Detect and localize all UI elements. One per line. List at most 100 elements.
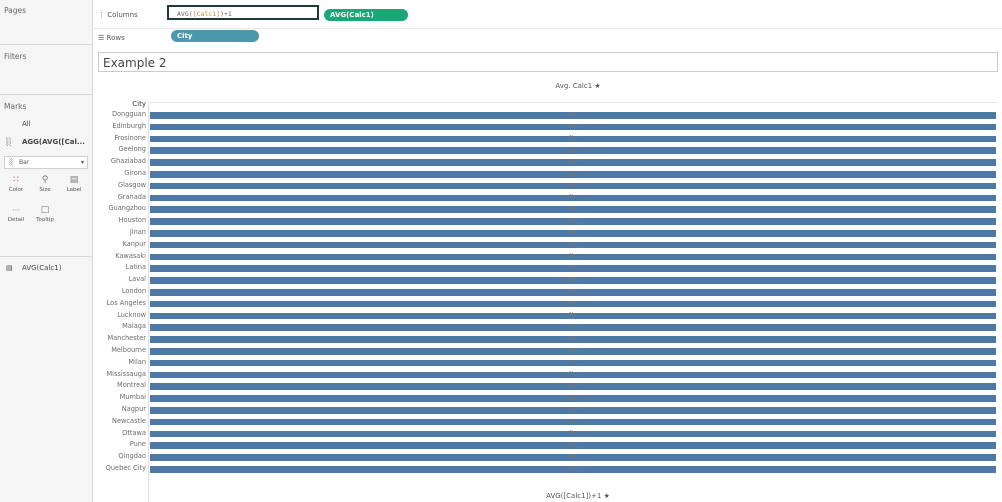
plot-border — [148, 104, 149, 502]
bar-label: Abc — [568, 135, 578, 142]
bar-label: Abc — [568, 218, 578, 224]
top-axis-title[interactable]: Avg. Calc1 ★ — [498, 82, 658, 90]
city-label[interactable]: Frosinone — [98, 134, 146, 142]
bar-label: Abc — [568, 123, 578, 130]
city-label[interactable]: Kawasaki — [98, 252, 146, 260]
calc-editor-input[interactable]: AVG([Calc1])+1 — [167, 5, 319, 20]
calc-prefix: AVG( — [177, 10, 193, 18]
bar-label: Abc — [568, 206, 578, 213]
pages-card[interactable]: Pages — [0, 0, 92, 45]
city-label[interactable]: Montreal — [98, 381, 146, 389]
city-label[interactable]: Edinburgh — [98, 122, 146, 130]
city-label[interactable]: Jinan — [98, 228, 146, 236]
left-panel: Pages Filters Marks All ░ AGG(AVG([Cal..… — [0, 0, 93, 502]
detail-tile[interactable]: ⋯ Detail — [5, 203, 27, 229]
city-label[interactable]: Lucknow — [98, 311, 146, 319]
bar-chart-icon: ░ — [6, 138, 12, 146]
bottom-axis-title-text: AVG([Calc1])+1 — [546, 492, 602, 500]
city-label[interactable]: Manchester — [98, 334, 146, 342]
city-label[interactable]: Pune — [98, 440, 146, 448]
bar-label: Abc — [568, 418, 578, 425]
bar-label: Abc — [568, 430, 578, 437]
city-label[interactable]: Ottawa — [98, 429, 146, 437]
size-icon: ⚲ — [41, 175, 49, 185]
city-label[interactable]: Latina — [98, 263, 146, 271]
city-label[interactable]: Kanpur — [98, 240, 146, 248]
filters-title: Filters — [4, 52, 27, 61]
bar-icon: ░ — [9, 159, 14, 166]
city-label[interactable]: Nagpur — [98, 405, 146, 413]
tooltip-tile[interactable]: □ Tooltip — [34, 203, 56, 229]
marks-divider — [0, 256, 92, 257]
city-label[interactable]: Qingdao — [98, 452, 146, 460]
bar-label: Abc — [568, 324, 578, 331]
label-tile[interactable]: ▤ Label — [63, 173, 85, 199]
city-label[interactable]: Mississauga — [98, 370, 146, 378]
city-label[interactable]: Milan — [98, 358, 146, 366]
marks-all-tab[interactable]: All — [22, 120, 31, 128]
bar-label: Abc — [568, 465, 578, 472]
city-label[interactable]: Girona — [98, 169, 146, 177]
rows-pill[interactable]: City — [171, 30, 259, 42]
bar-label: Abc — [568, 300, 578, 307]
city-label[interactable]: Melbourne — [98, 346, 146, 354]
city-label[interactable]: Guangzhou — [98, 204, 146, 212]
columns-shelf-label: ⋮ Columns — [98, 11, 138, 19]
bar-label: Abc — [568, 288, 578, 295]
calc-suffix: )+1 — [220, 10, 232, 18]
city-label[interactable]: Quebec City — [98, 464, 146, 472]
bar-label: Abc — [568, 406, 578, 413]
pin-icon[interactable]: ★ — [594, 82, 600, 90]
city-label[interactable]: Laval — [98, 275, 147, 283]
bar-label: Abc — [568, 194, 578, 201]
city-label[interactable]: Houston — [98, 216, 146, 224]
filters-card[interactable]: Filters — [0, 46, 92, 95]
mark-type-select[interactable]: ░ Bar ▾ — [4, 156, 88, 169]
tooltip-tile-label: Tooltip — [36, 217, 54, 223]
city-label[interactable]: Geelong — [98, 145, 146, 153]
color-tile-label: Color — [8, 187, 24, 193]
bar-label: Abc — [568, 347, 578, 354]
columns-icon: ⋮ — [98, 11, 105, 19]
city-label[interactable]: Ghaziabad — [98, 157, 146, 165]
city-label[interactable]: Los Angeles — [98, 299, 146, 307]
marks-agg-tab[interactable]: AGG(AVG([Cal... — [22, 138, 85, 146]
bar-label: Abc — [568, 182, 578, 189]
columns-pill[interactable]: AVG(Calc1) — [324, 9, 408, 21]
bar-label: Abc — [568, 170, 578, 177]
bar-label: Abc — [568, 159, 578, 165]
columns-label-text: Columns — [107, 11, 138, 19]
city-label[interactable]: Mumbai — [98, 393, 146, 401]
city-label[interactable]: Glasgow — [98, 181, 146, 189]
top-axis-title-text: Avg. Calc1 — [555, 82, 593, 90]
chevron-down-icon: ▾ — [80, 159, 84, 166]
size-tile-label: Size — [39, 187, 51, 193]
city-label[interactable]: Dongguan — [98, 110, 146, 118]
rows-shelf-label: ☰ Rows — [98, 34, 125, 42]
color-icon: ∷ — [13, 175, 19, 185]
city-label[interactable]: Granada — [98, 193, 146, 201]
city-label[interactable]: Malaga — [98, 322, 146, 330]
bar-label: Abc — [568, 312, 578, 319]
mark-type-value: Bar — [19, 159, 30, 166]
bar-label: Abc — [568, 253, 578, 260]
city-label[interactable]: Newcastle — [98, 417, 146, 425]
detail-icon: ⋯ — [12, 206, 20, 214]
city-label[interactable]: London — [98, 287, 146, 295]
bar-label: Abc — [568, 111, 578, 118]
marks-title: Marks — [4, 102, 27, 111]
detail-tile-label: Detail — [7, 217, 25, 223]
pin-icon[interactable]: ★ — [604, 492, 610, 500]
bar-label: Abc — [568, 395, 578, 401]
sheet-title[interactable]: Example 2 — [98, 52, 998, 72]
bottom-axis-title[interactable]: AVG([Calc1])+1 ★ — [498, 492, 658, 500]
marks-card: Marks All ░ AGG(AVG([Cal... ░ Bar ▾ ∷ Co… — [0, 96, 92, 272]
color-tile[interactable]: ∷ Color — [5, 173, 27, 199]
text-field-icon: ▤ — [6, 264, 13, 272]
label-icon: ▤ — [69, 175, 79, 185]
size-tile[interactable]: ⚲ Size — [34, 173, 56, 199]
chart-view: Avg. Calc1 ★ City Dongguan Abc Edinburgh Ab… — [98, 74, 998, 502]
row-header[interactable]: City — [98, 100, 146, 108]
measure-pill[interactable]: AVG(Calc1) — [22, 264, 61, 272]
header-divider — [148, 102, 998, 103]
